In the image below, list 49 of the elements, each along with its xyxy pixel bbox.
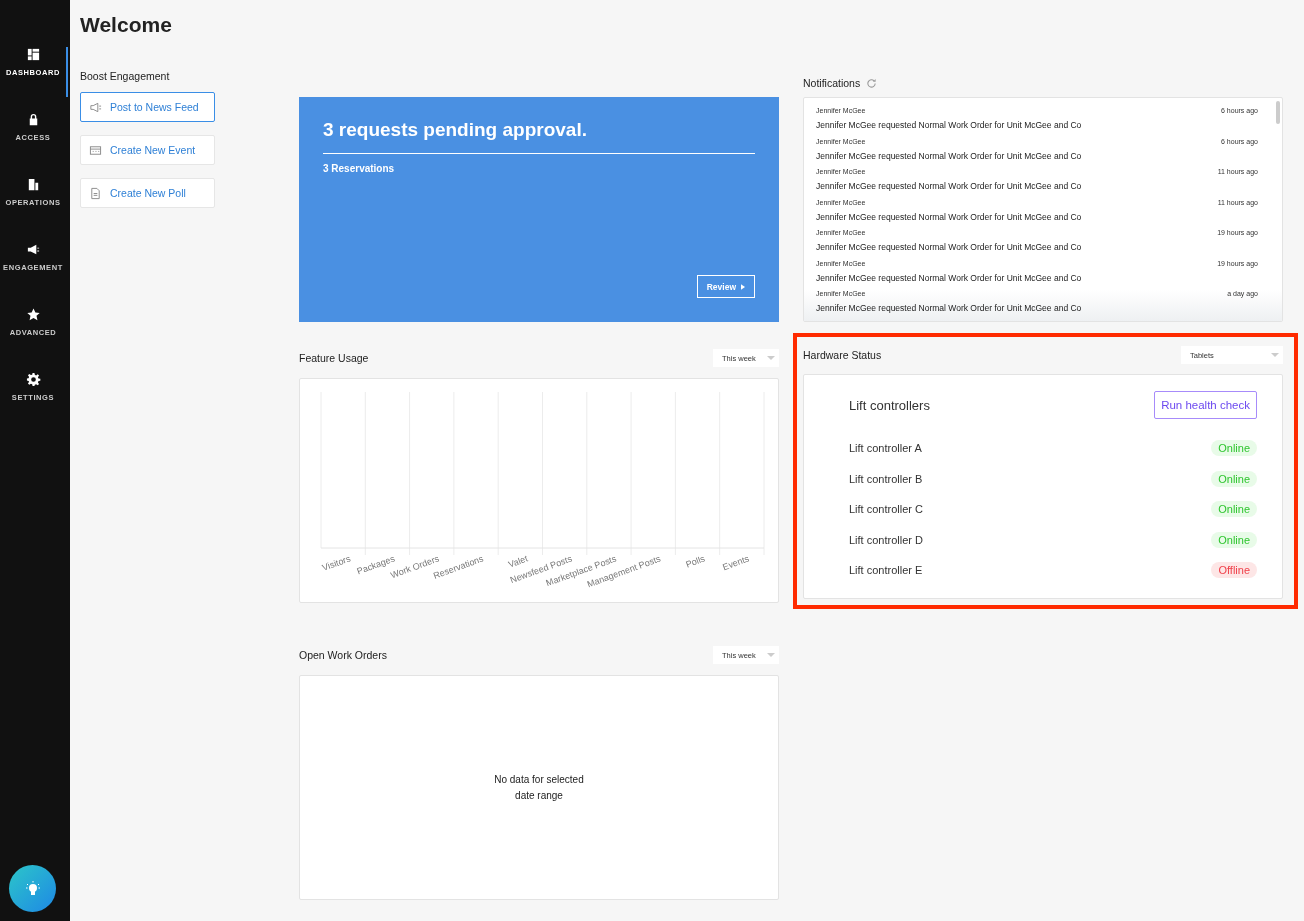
- axis-label: Visitors: [320, 553, 352, 573]
- axis-label: Events: [721, 553, 751, 573]
- health-check-button[interactable]: Run health check: [1154, 391, 1257, 419]
- section-title: Hardware Status: [803, 349, 882, 361]
- lightbulb-button[interactable]: [9, 865, 56, 912]
- notification-message: Jennifer McGee requested Normal Work Order for Unit McGee and Co: [816, 242, 1083, 252]
- notification-message: Jennifer McGee requested Normal Work Order for Unit McGee and Co: [816, 211, 1083, 222]
- pending-title: 3 requests pending approval.: [323, 119, 755, 154]
- action-button[interactable]: Post to News Feed: [80, 92, 215, 122]
- calendar-icon: [89, 143, 102, 157]
- section-title: Boost Engagement: [80, 70, 171, 82]
- axis-label: Polls: [684, 553, 707, 570]
- caret-icon: [767, 653, 775, 657]
- status-badge: Online: [1211, 531, 1257, 548]
- caret-icon: [1271, 353, 1279, 357]
- device-name: Lift controller C: [849, 503, 923, 516]
- action-button[interactable]: Create New Poll: [80, 178, 215, 208]
- section-title: Feature Usage: [299, 352, 369, 364]
- lightbulb-icon: [24, 880, 41, 897]
- star-icon: [25, 307, 41, 322]
- empty-message: No data for selected date range: [493, 772, 585, 803]
- device-name: Lift controller E: [849, 564, 923, 577]
- action-button[interactable]: Create New Event: [80, 135, 215, 165]
- caret-icon: [741, 283, 745, 290]
- caret-icon: [767, 356, 775, 360]
- device-name: Lift controller A: [849, 442, 922, 455]
- notification-message: Jennifer McGee requested Normal Work Order for Unit McGee and Co: [816, 181, 1083, 191]
- megaphone-icon: [89, 100, 102, 114]
- notification-message: Jennifer McGee requested Normal Work Order for Unit McGee and Co: [816, 272, 1083, 283]
- status-badge: Online: [1211, 501, 1257, 518]
- dashboard-icon: [25, 47, 41, 62]
- refresh-icon[interactable]: [866, 77, 878, 89]
- status-badge: Online: [1211, 440, 1257, 457]
- device-name: Lift controller D: [849, 533, 923, 546]
- megaphone-icon: [25, 242, 41, 257]
- status-badge: Offline: [1211, 562, 1257, 579]
- device-name: Lift controller B: [849, 472, 923, 485]
- group-title: Lift controllers: [849, 397, 930, 413]
- settings-icon: [25, 372, 41, 387]
- section-title: Open Work Orders: [299, 649, 387, 661]
- notification-message: Jennifer McGee requested Normal Work Order for Unit McGee and Co: [816, 120, 1083, 130]
- section-title: Notifications: [803, 77, 861, 89]
- document-icon: [89, 186, 102, 200]
- page-title: Welcome: [80, 12, 173, 38]
- pending-subtitle: 3 Reservations: [323, 163, 396, 174]
- status-badge: Online: [1211, 470, 1257, 487]
- notification-message: Jennifer McGee requested Normal Work Order for Unit McGee and Co: [816, 303, 1083, 313]
- scrollbar[interactable]: [1276, 101, 1280, 124]
- notification-message: Jennifer McGee requested Normal Work Order for Unit McGee and Co: [816, 150, 1083, 161]
